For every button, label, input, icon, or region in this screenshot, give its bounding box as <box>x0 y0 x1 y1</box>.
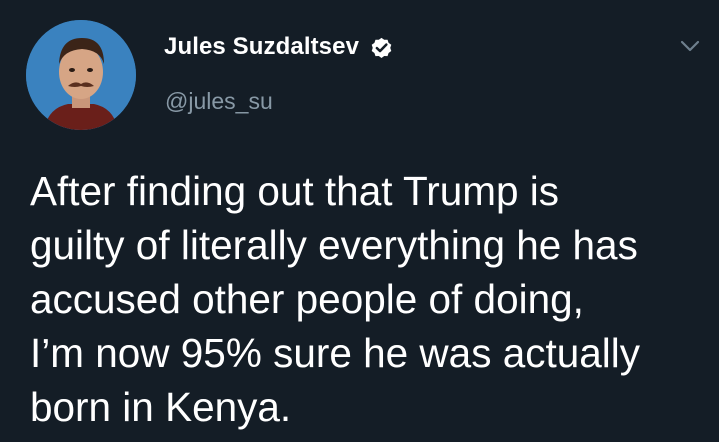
tweet-text-line: accused other people of doing, <box>30 276 584 322</box>
avatar[interactable] <box>26 20 136 130</box>
tweet-card: Jules Suzdaltsev @jules_su After finding… <box>0 0 719 442</box>
verified-badge-icon <box>371 37 392 58</box>
author-display-name[interactable]: Jules Suzdaltsev <box>164 33 359 61</box>
profile-photo <box>26 20 136 130</box>
chevron-down-icon[interactable] <box>679 38 701 54</box>
tweet-text-line: After finding out that Trump is <box>30 168 560 214</box>
author-row: Jules Suzdaltsev <box>164 33 394 61</box>
tweet-text-line: I’m now 95% sure he was actually <box>30 330 641 376</box>
tweet-text-line: born in Kenya. <box>30 384 292 430</box>
tweet-text: After finding out that Trump is guilty o… <box>30 164 710 434</box>
tweet-text-line: guilty of literally everything he has <box>30 222 638 268</box>
author-handle[interactable]: @jules_su <box>165 88 273 115</box>
